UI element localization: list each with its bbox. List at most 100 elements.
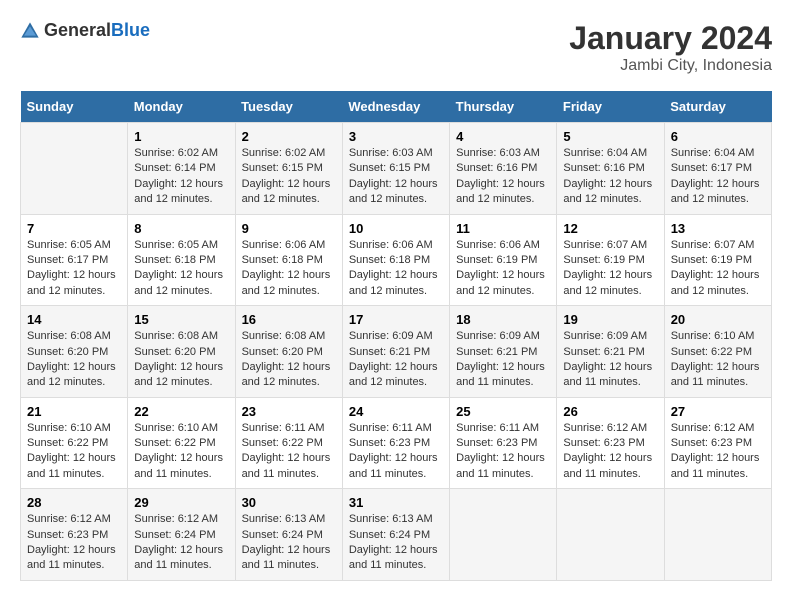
day-number: 3 — [349, 129, 443, 144]
sunrise-text: Sunrise: 6:02 AM — [242, 147, 326, 159]
sunrise-text: Sunrise: 6:12 AM — [671, 422, 755, 434]
sunrise-text: Sunrise: 6:08 AM — [27, 330, 111, 342]
day-number: 10 — [349, 221, 443, 236]
title-block: January 2024 Jambi City, Indonesia — [569, 20, 772, 75]
sunrise-text: Sunrise: 6:08 AM — [134, 330, 218, 342]
sunrise-text: Sunrise: 6:09 AM — [349, 330, 433, 342]
table-row — [21, 123, 128, 215]
daylight-text: Daylight: 12 hours and 12 minutes. — [349, 361, 438, 388]
table-row: 10 Sunrise: 6:06 AM Sunset: 6:18 PM Dayl… — [342, 214, 449, 306]
sunset-text: Sunset: 6:20 PM — [242, 346, 323, 358]
table-row: 25 Sunrise: 6:11 AM Sunset: 6:23 PM Dayl… — [450, 397, 557, 489]
logo-text: GeneralBlue — [44, 20, 150, 41]
calendar-week-row: 21 Sunrise: 6:10 AM Sunset: 6:22 PM Dayl… — [21, 397, 772, 489]
sunrise-text: Sunrise: 6:07 AM — [671, 239, 755, 251]
daylight-text: Daylight: 12 hours and 12 minutes. — [671, 269, 760, 296]
day-info: Sunrise: 6:11 AM Sunset: 6:23 PM Dayligh… — [349, 421, 443, 483]
daylight-text: Daylight: 12 hours and 12 minutes. — [134, 361, 223, 388]
page-header: GeneralBlue January 2024 Jambi City, Ind… — [20, 20, 772, 75]
daylight-text: Daylight: 12 hours and 12 minutes. — [563, 178, 652, 205]
sunrise-text: Sunrise: 6:10 AM — [27, 422, 111, 434]
day-info: Sunrise: 6:12 AM Sunset: 6:23 PM Dayligh… — [27, 512, 121, 574]
sunrise-text: Sunrise: 6:06 AM — [349, 239, 433, 251]
day-info: Sunrise: 6:06 AM Sunset: 6:19 PM Dayligh… — [456, 238, 550, 300]
daylight-text: Daylight: 12 hours and 11 minutes. — [563, 452, 652, 479]
sunset-text: Sunset: 6:22 PM — [242, 437, 323, 449]
day-info: Sunrise: 6:11 AM Sunset: 6:22 PM Dayligh… — [242, 421, 336, 483]
table-row: 29 Sunrise: 6:12 AM Sunset: 6:24 PM Dayl… — [128, 489, 235, 581]
sunset-text: Sunset: 6:15 PM — [242, 162, 323, 174]
table-row: 30 Sunrise: 6:13 AM Sunset: 6:24 PM Dayl… — [235, 489, 342, 581]
page-title: January 2024 — [569, 20, 772, 57]
daylight-text: Daylight: 12 hours and 11 minutes. — [134, 452, 223, 479]
day-number: 6 — [671, 129, 765, 144]
sunset-text: Sunset: 6:20 PM — [27, 346, 108, 358]
day-info: Sunrise: 6:05 AM Sunset: 6:17 PM Dayligh… — [27, 238, 121, 300]
col-saturday: Saturday — [664, 91, 771, 123]
day-info: Sunrise: 6:12 AM Sunset: 6:23 PM Dayligh… — [563, 421, 657, 483]
sunrise-text: Sunrise: 6:05 AM — [134, 239, 218, 251]
day-number: 21 — [27, 404, 121, 419]
table-row: 27 Sunrise: 6:12 AM Sunset: 6:23 PM Dayl… — [664, 397, 771, 489]
sunrise-text: Sunrise: 6:13 AM — [349, 513, 433, 525]
table-row: 28 Sunrise: 6:12 AM Sunset: 6:23 PM Dayl… — [21, 489, 128, 581]
sunrise-text: Sunrise: 6:11 AM — [456, 422, 539, 434]
day-info: Sunrise: 6:05 AM Sunset: 6:18 PM Dayligh… — [134, 238, 228, 300]
col-wednesday: Wednesday — [342, 91, 449, 123]
sunset-text: Sunset: 6:15 PM — [349, 162, 430, 174]
table-row: 16 Sunrise: 6:08 AM Sunset: 6:20 PM Dayl… — [235, 306, 342, 398]
table-row: 2 Sunrise: 6:02 AM Sunset: 6:15 PM Dayli… — [235, 123, 342, 215]
daylight-text: Daylight: 12 hours and 11 minutes. — [242, 452, 331, 479]
day-info: Sunrise: 6:10 AM Sunset: 6:22 PM Dayligh… — [134, 421, 228, 483]
sunset-text: Sunset: 6:17 PM — [671, 162, 752, 174]
day-number: 1 — [134, 129, 228, 144]
sunrise-text: Sunrise: 6:12 AM — [134, 513, 218, 525]
day-number: 18 — [456, 312, 550, 327]
sunset-text: Sunset: 6:23 PM — [349, 437, 430, 449]
day-info: Sunrise: 6:11 AM Sunset: 6:23 PM Dayligh… — [456, 421, 550, 483]
sunset-text: Sunset: 6:22 PM — [671, 346, 752, 358]
sunset-text: Sunset: 6:17 PM — [27, 254, 108, 266]
day-number: 20 — [671, 312, 765, 327]
sunrise-text: Sunrise: 6:06 AM — [242, 239, 326, 251]
table-row: 15 Sunrise: 6:08 AM Sunset: 6:20 PM Dayl… — [128, 306, 235, 398]
sunset-text: Sunset: 6:16 PM — [456, 162, 537, 174]
table-row: 23 Sunrise: 6:11 AM Sunset: 6:22 PM Dayl… — [235, 397, 342, 489]
table-row: 8 Sunrise: 6:05 AM Sunset: 6:18 PM Dayli… — [128, 214, 235, 306]
table-row: 7 Sunrise: 6:05 AM Sunset: 6:17 PM Dayli… — [21, 214, 128, 306]
sunset-text: Sunset: 6:24 PM — [242, 529, 323, 541]
day-number: 15 — [134, 312, 228, 327]
col-friday: Friday — [557, 91, 664, 123]
daylight-text: Daylight: 12 hours and 12 minutes. — [242, 269, 331, 296]
daylight-text: Daylight: 12 hours and 12 minutes. — [349, 269, 438, 296]
table-row: 26 Sunrise: 6:12 AM Sunset: 6:23 PM Dayl… — [557, 397, 664, 489]
table-row: 18 Sunrise: 6:09 AM Sunset: 6:21 PM Dayl… — [450, 306, 557, 398]
sunrise-text: Sunrise: 6:03 AM — [456, 147, 540, 159]
table-row: 24 Sunrise: 6:11 AM Sunset: 6:23 PM Dayl… — [342, 397, 449, 489]
day-info: Sunrise: 6:09 AM Sunset: 6:21 PM Dayligh… — [349, 329, 443, 391]
daylight-text: Daylight: 12 hours and 11 minutes. — [242, 544, 331, 571]
page-subtitle: Jambi City, Indonesia — [569, 57, 772, 75]
sunset-text: Sunset: 6:18 PM — [349, 254, 430, 266]
sunrise-text: Sunrise: 6:07 AM — [563, 239, 647, 251]
calendar-week-row: 28 Sunrise: 6:12 AM Sunset: 6:23 PM Dayl… — [21, 489, 772, 581]
daylight-text: Daylight: 12 hours and 11 minutes. — [349, 544, 438, 571]
day-number: 16 — [242, 312, 336, 327]
sunset-text: Sunset: 6:19 PM — [456, 254, 537, 266]
day-number: 28 — [27, 495, 121, 510]
daylight-text: Daylight: 12 hours and 11 minutes. — [27, 544, 116, 571]
daylight-text: Daylight: 12 hours and 11 minutes. — [563, 361, 652, 388]
calendar-header-row: Sunday Monday Tuesday Wednesday Thursday… — [21, 91, 772, 123]
sunset-text: Sunset: 6:21 PM — [563, 346, 644, 358]
day-number: 8 — [134, 221, 228, 236]
daylight-text: Daylight: 12 hours and 12 minutes. — [27, 269, 116, 296]
day-number: 31 — [349, 495, 443, 510]
sunrise-text: Sunrise: 6:04 AM — [563, 147, 647, 159]
day-number: 23 — [242, 404, 336, 419]
day-number: 9 — [242, 221, 336, 236]
day-number: 25 — [456, 404, 550, 419]
day-info: Sunrise: 6:06 AM Sunset: 6:18 PM Dayligh… — [242, 238, 336, 300]
day-info: Sunrise: 6:07 AM Sunset: 6:19 PM Dayligh… — [671, 238, 765, 300]
calendar-week-row: 14 Sunrise: 6:08 AM Sunset: 6:20 PM Dayl… — [21, 306, 772, 398]
sunset-text: Sunset: 6:14 PM — [134, 162, 215, 174]
